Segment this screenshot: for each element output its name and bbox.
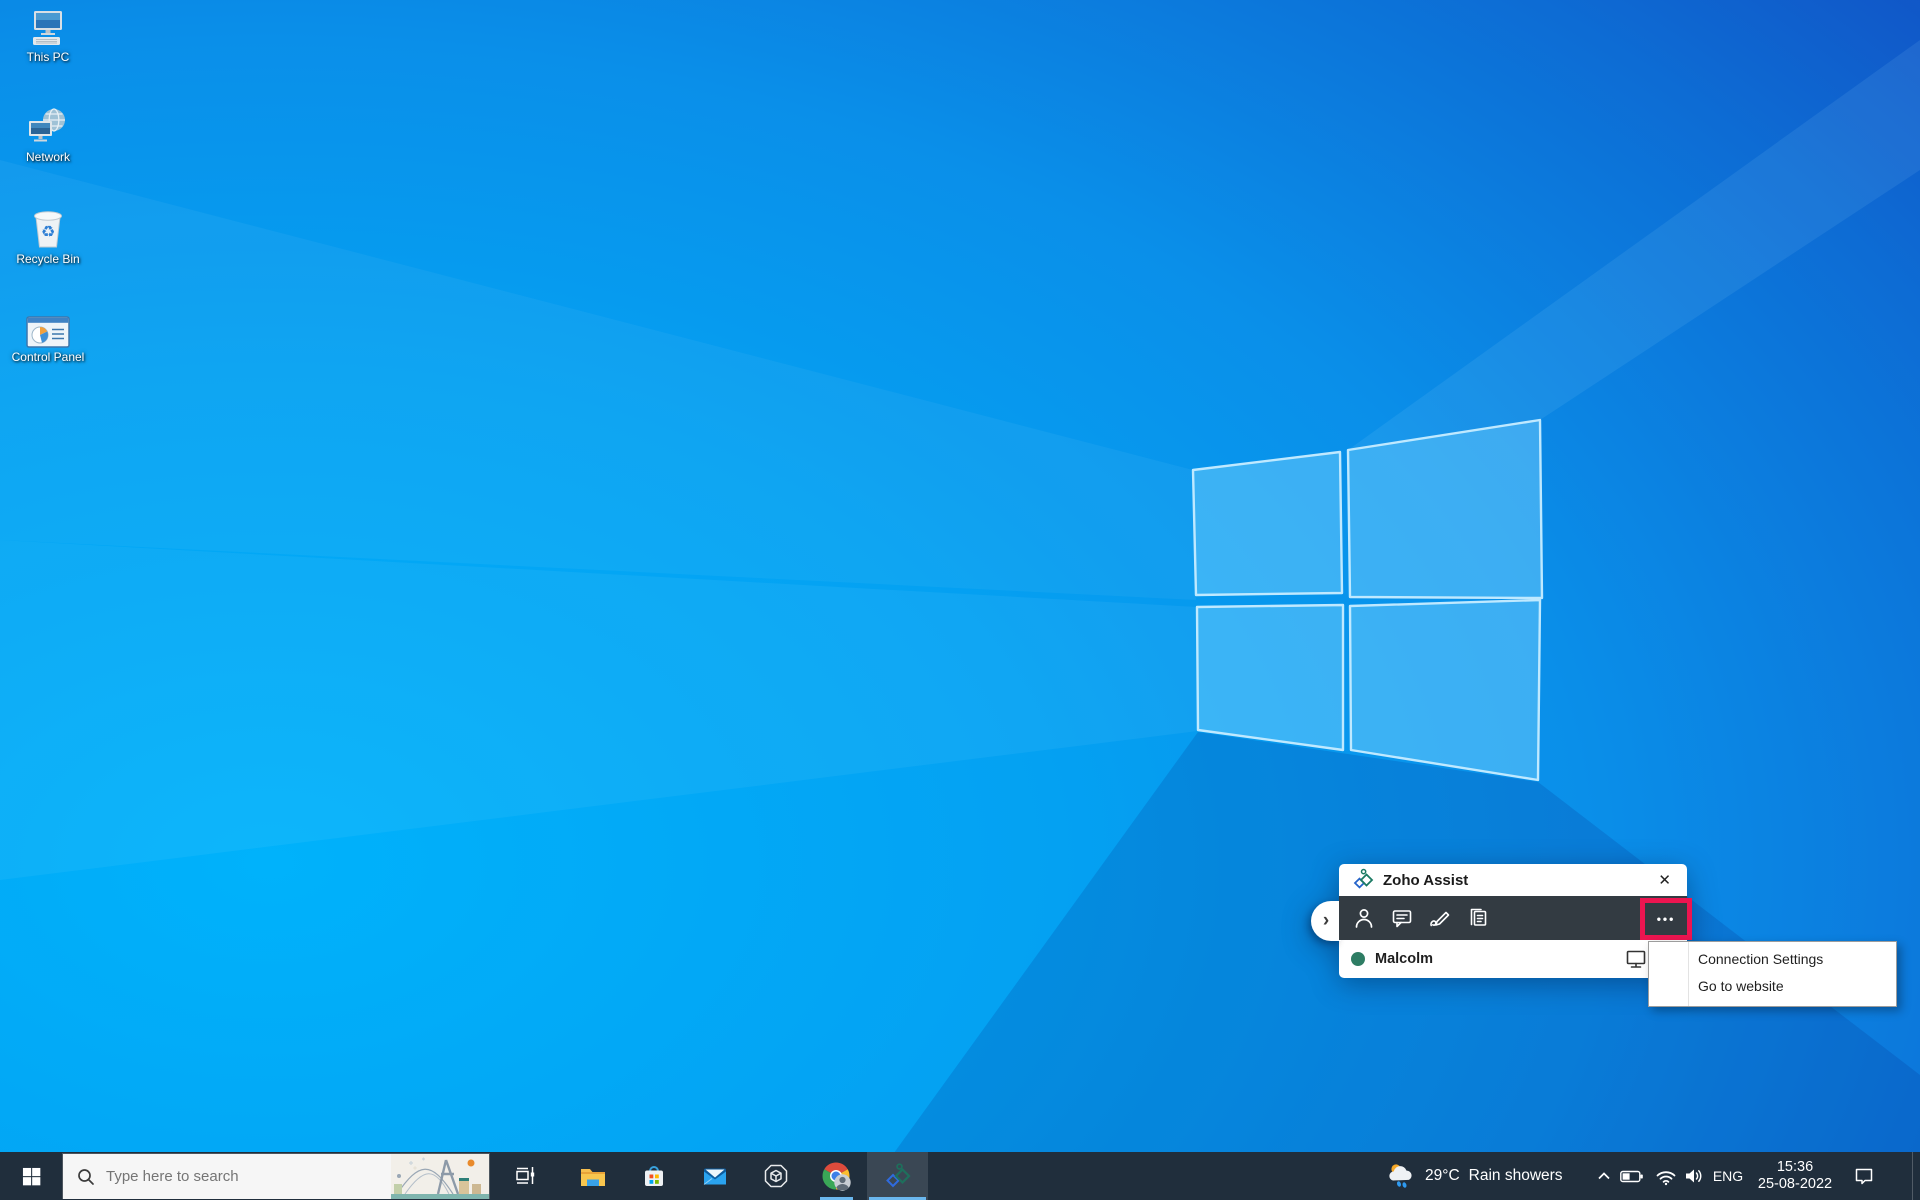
annotate-button[interactable] <box>1428 906 1452 930</box>
start-button[interactable] <box>0 1152 62 1200</box>
desktop-wallpaper <box>0 0 1920 1200</box>
this-pc-icon <box>28 8 68 48</box>
task-view-button[interactable] <box>501 1152 551 1200</box>
taskbar: 29°C Rain showers <box>0 1152 1920 1200</box>
desktop-icon-recycle-bin[interactable]: ♻ Recycle Bin <box>4 206 92 266</box>
clock-date: 25-08-2022 <box>1758 1176 1832 1193</box>
chevron-right-icon: › <box>1323 910 1329 932</box>
zoho-assist-taskbar-icon <box>883 1162 913 1190</box>
speaker-icon <box>1683 1166 1705 1186</box>
participants-button[interactable] <box>1352 906 1376 930</box>
zoho-assist-window: › Zoho Assist ✕ <box>1339 864 1687 978</box>
action-center-icon <box>1853 1165 1875 1187</box>
weather-temp: 29°C <box>1425 1167 1460 1185</box>
zoho-title-bar[interactable]: Zoho Assist ✕ <box>1339 864 1687 896</box>
status-dot <box>1351 952 1365 966</box>
task-view-icon <box>513 1163 539 1189</box>
window-title: Zoho Assist <box>1383 872 1468 889</box>
menu-gutter-divider <box>1688 942 1689 1006</box>
taskbar-icon-file-explorer[interactable] <box>562 1152 623 1200</box>
taskbar-icon-3d-viewer[interactable] <box>745 1152 806 1200</box>
control-panel-icon <box>26 316 70 348</box>
search-icon <box>76 1167 96 1187</box>
participant-name: Malcolm <box>1375 951 1433 967</box>
3d-viewer-icon <box>762 1162 790 1190</box>
language-indicator[interactable]: ENG <box>1708 1152 1748 1200</box>
network-icon <box>27 106 69 148</box>
desktop-screen: This PC Network ♻ Recycle Bin <box>0 0 1920 1200</box>
chrome-icon <box>821 1161 852 1192</box>
file-explorer-icon <box>578 1162 608 1190</box>
desktop-icon-label: Recycle Bin <box>4 253 92 266</box>
highlight-box-annotation: ••• <box>1640 898 1692 940</box>
desktop-icon-label: Network <box>4 151 92 164</box>
action-center-button[interactable] <box>1846 1152 1882 1200</box>
menu-item-connection-settings[interactable]: Connection Settings <box>1649 946 1896 973</box>
taskbar-icon-microsoft-store[interactable] <box>623 1152 684 1200</box>
tray-chevron-up-button[interactable] <box>1590 1152 1618 1200</box>
show-desktop-button[interactable] <box>1912 1152 1920 1200</box>
desktop-icon-network[interactable]: Network <box>4 106 92 164</box>
desktop-icon-label: Control Panel <box>4 351 92 364</box>
tray-battery-indicator[interactable] <box>1618 1152 1646 1200</box>
taskbar-clock[interactable]: 15:36 25-08-2022 <box>1748 1152 1842 1200</box>
participant-row[interactable]: Malcolm <box>1339 940 1687 978</box>
desktop-icon-label: This PC <box>4 51 92 64</box>
svg-text:♻: ♻ <box>41 224 55 241</box>
wifi-icon <box>1655 1166 1677 1186</box>
mail-icon <box>700 1162 730 1190</box>
clock-time: 15:36 <box>1777 1159 1813 1176</box>
taskbar-search-box[interactable] <box>62 1153 490 1199</box>
menu-item-go-to-website[interactable]: Go to website <box>1649 973 1896 1000</box>
weather-condition: Rain showers <box>1469 1167 1563 1185</box>
more-button[interactable]: ••• <box>1657 912 1676 926</box>
taskbar-weather-widget[interactable]: 29°C Rain showers <box>1382 1152 1567 1200</box>
more-options-menu: Connection Settings Go to website <box>1648 941 1897 1007</box>
bing-daily-illustration[interactable] <box>391 1154 489 1199</box>
microsoft-store-icon <box>639 1162 669 1190</box>
tray-wifi-indicator[interactable] <box>1652 1152 1680 1200</box>
desktop-icon-control-panel[interactable]: Control Panel <box>4 316 92 364</box>
zoho-assist-logo-icon <box>1351 868 1375 892</box>
taskbar-icon-zoho-assist[interactable] <box>867 1152 928 1200</box>
monitor-icon <box>1625 949 1647 969</box>
windows-start-icon <box>22 1167 41 1186</box>
zoho-toolbar: ••• <box>1339 896 1687 940</box>
close-button[interactable]: ✕ <box>1654 871 1675 890</box>
recycle-bin-icon: ♻ <box>30 206 66 250</box>
tray-volume-indicator[interactable] <box>1680 1152 1708 1200</box>
desktop-icon-this-pc[interactable]: This PC <box>4 8 92 64</box>
weather-rain-icon <box>1386 1161 1416 1191</box>
chevron-up-icon <box>1595 1167 1613 1185</box>
battery-icon <box>1620 1170 1644 1183</box>
chat-button[interactable] <box>1390 906 1414 930</box>
taskbar-icon-chrome[interactable] <box>806 1152 867 1200</box>
copy-session-button[interactable] <box>1466 906 1490 930</box>
taskbar-icon-mail[interactable] <box>684 1152 745 1200</box>
